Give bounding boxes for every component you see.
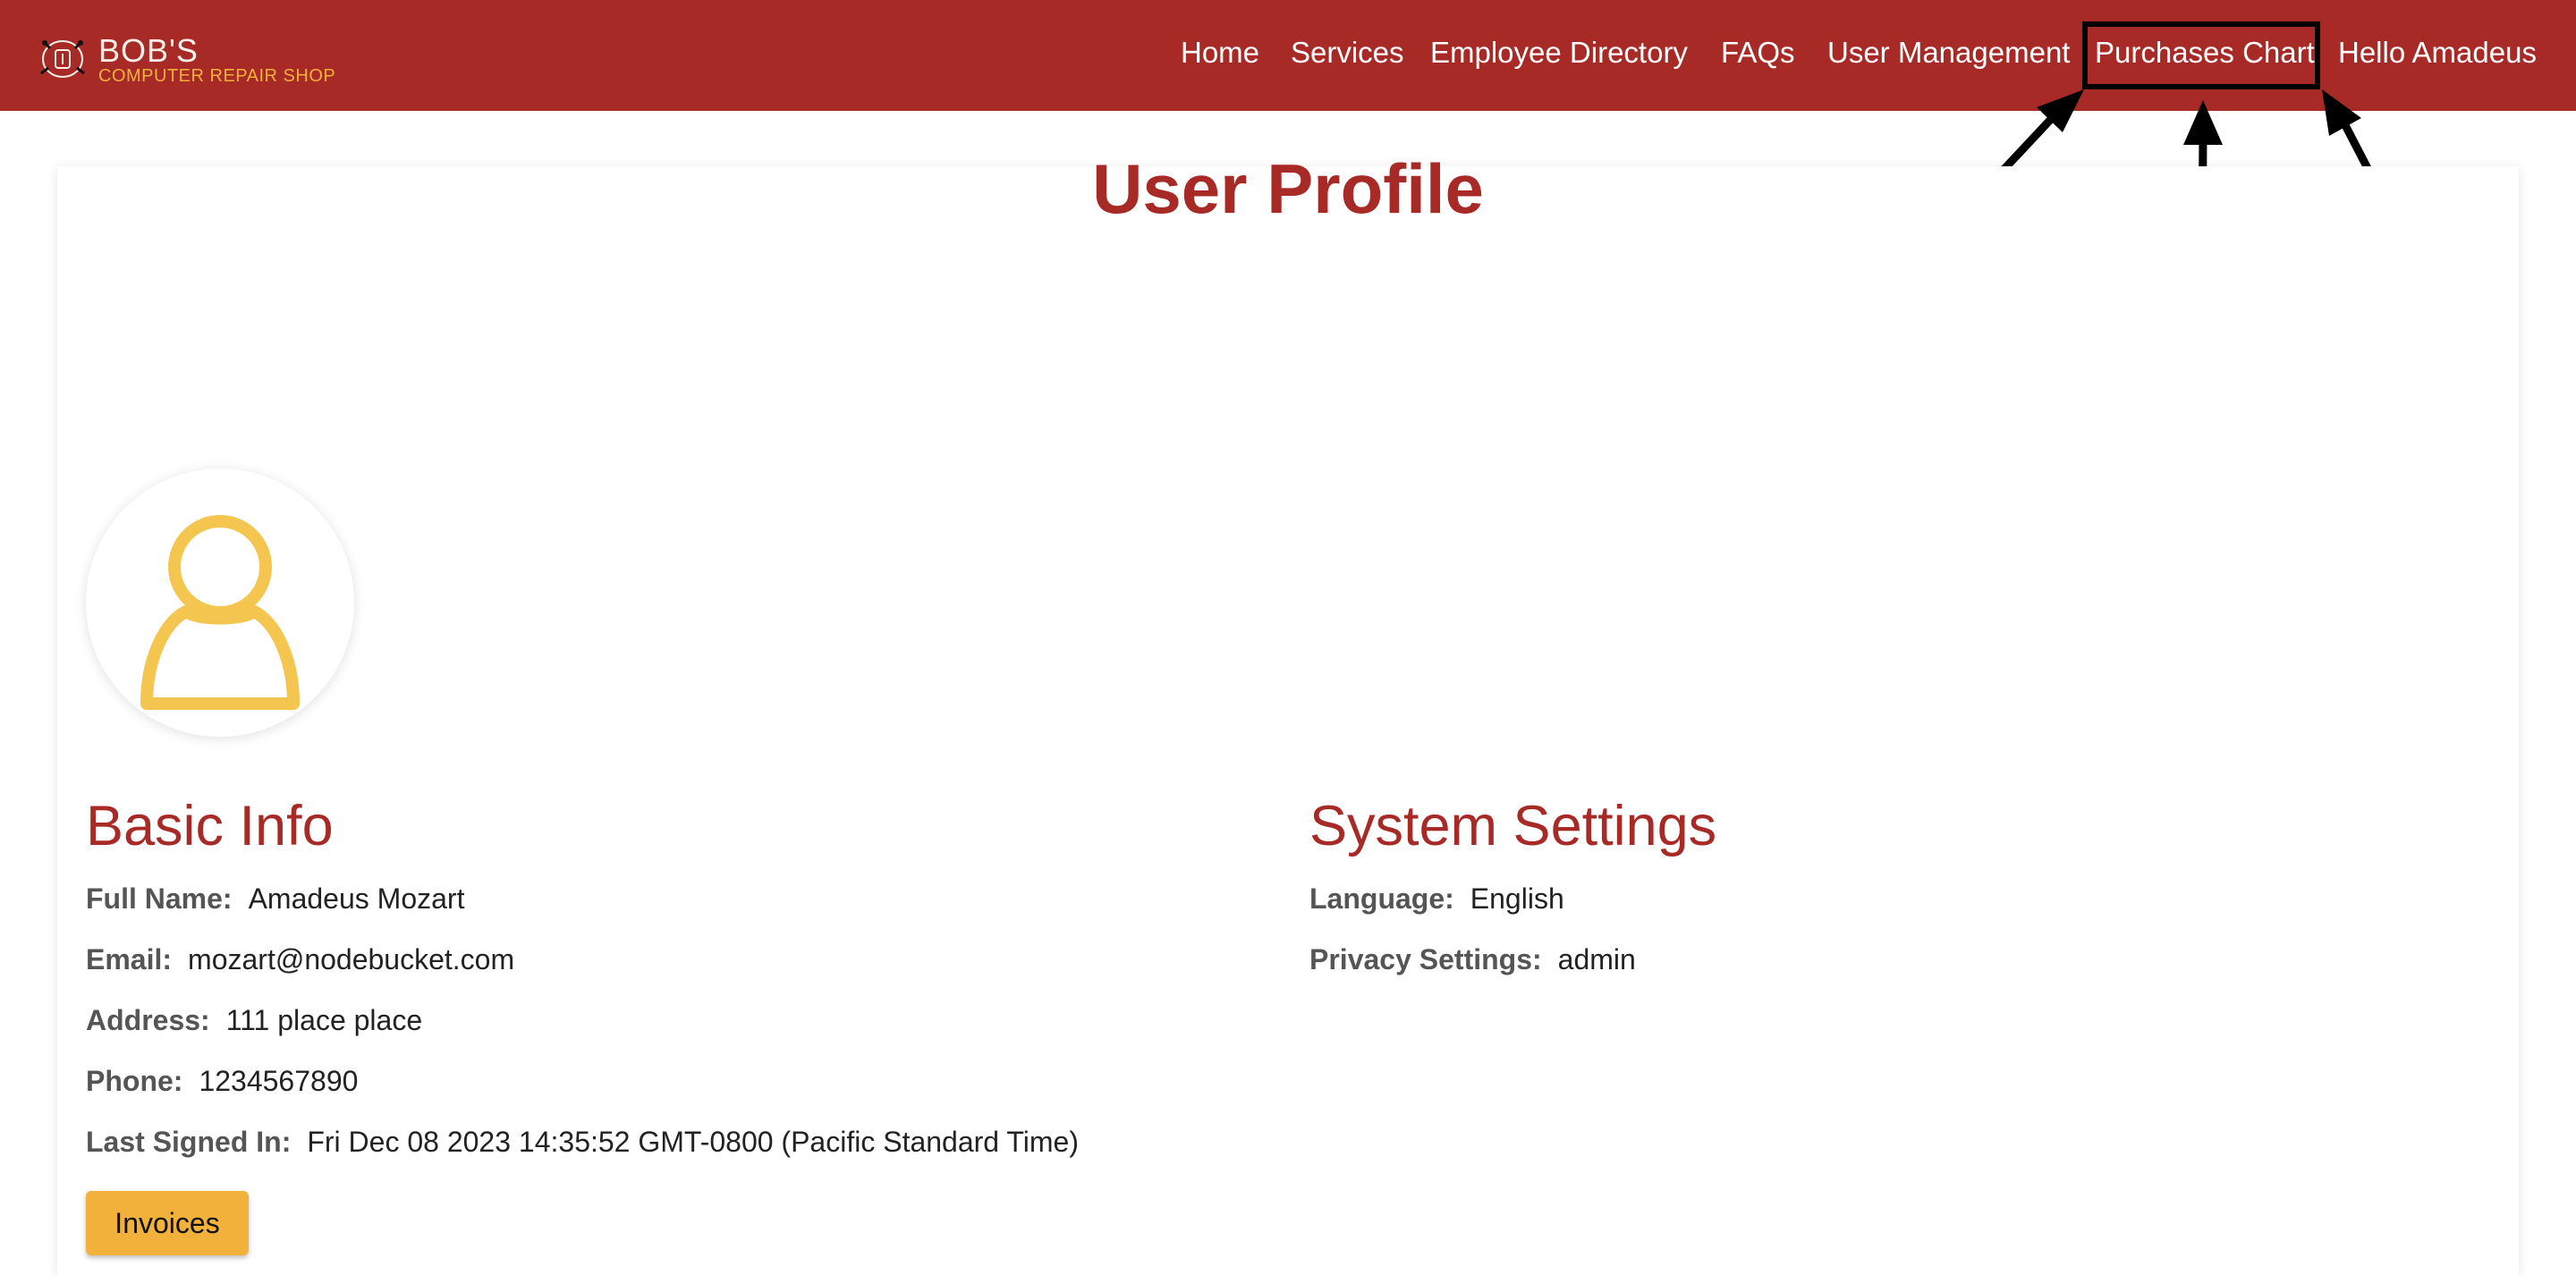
last-signed-in-row: Last Signed In: Fri Dec 08 2023 14:35:52 … bbox=[86, 1126, 1079, 1159]
language-label: Language: bbox=[1309, 882, 1454, 915]
email-row: Email: mozart@nodebucket.com bbox=[86, 943, 514, 976]
address-label: Address: bbox=[86, 1004, 210, 1036]
address-value: 111 place place bbox=[225, 1004, 423, 1036]
page-title: User Profile bbox=[1092, 149, 1484, 228]
language-row: Language: English bbox=[1309, 882, 1564, 916]
system-settings-heading: System Settings bbox=[1309, 795, 1717, 857]
privacy-settings-row: Privacy Settings: admin bbox=[1309, 943, 1636, 976]
phone-label: Phone: bbox=[86, 1065, 183, 1097]
privacy-settings-value: admin bbox=[1557, 943, 1636, 975]
email-value: mozart@nodebucket.com bbox=[188, 943, 515, 975]
last-signed-in-label: Last Signed In: bbox=[86, 1126, 292, 1158]
full-name-value: Amadeus Mozart bbox=[248, 882, 465, 915]
invoices-button[interactable]: Invoices bbox=[86, 1191, 249, 1255]
full-name-label: Full Name: bbox=[86, 882, 233, 915]
profile-card bbox=[57, 166, 2519, 1275]
phone-value: 1234567890 bbox=[199, 1065, 359, 1097]
address-row: Address: 111 place place bbox=[86, 1004, 422, 1037]
user-silhouette-icon bbox=[140, 515, 300, 710]
full-name-row: Full Name: Amadeus Mozart bbox=[86, 882, 464, 916]
privacy-settings-label: Privacy Settings: bbox=[1309, 943, 1542, 975]
phone-row: Phone: 1234567890 bbox=[86, 1065, 358, 1098]
avatar bbox=[86, 469, 354, 737]
email-label: Email: bbox=[86, 943, 173, 975]
language-value: English bbox=[1470, 882, 1564, 915]
basic-info-heading: Basic Info bbox=[86, 795, 334, 857]
last-signed-in-value: Fri Dec 08 2023 14:35:52 GMT-0800 (Pacif… bbox=[307, 1126, 1079, 1158]
